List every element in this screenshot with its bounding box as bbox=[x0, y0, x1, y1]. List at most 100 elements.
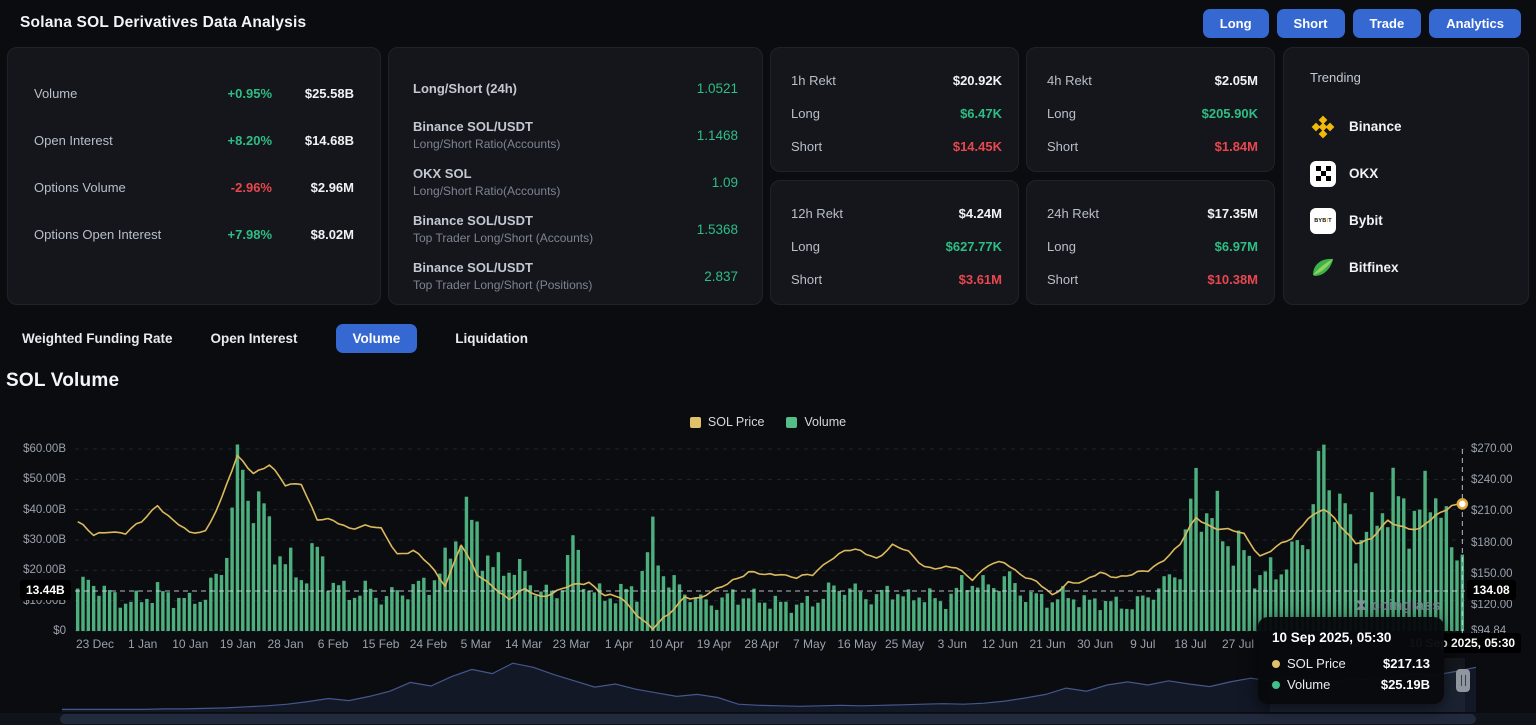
volume-bar bbox=[672, 575, 675, 631]
volume-bar bbox=[859, 592, 862, 631]
volume-bar bbox=[1109, 601, 1112, 631]
volume-bar bbox=[1312, 504, 1315, 631]
volume-bar bbox=[1120, 609, 1123, 631]
volume-bar bbox=[555, 598, 558, 631]
volume-bar bbox=[1040, 594, 1043, 631]
volume-bar bbox=[875, 594, 878, 631]
volume-bar bbox=[880, 590, 883, 631]
volume-bar bbox=[720, 597, 723, 631]
volume-bar bbox=[342, 581, 345, 631]
volume-bar bbox=[1232, 566, 1235, 631]
volume-bar bbox=[955, 588, 958, 631]
volume-bar bbox=[800, 603, 803, 631]
chart-scrollbar[interactable] bbox=[0, 713, 1536, 725]
volume-bar bbox=[156, 582, 159, 631]
watermark-text: coinglass bbox=[1372, 597, 1441, 614]
scrollbar-thumb[interactable] bbox=[60, 714, 1476, 724]
volume-bar bbox=[284, 564, 287, 631]
volume-bar bbox=[731, 589, 734, 631]
volume-bar bbox=[151, 603, 154, 631]
volume-bar bbox=[742, 598, 745, 631]
volume-bar bbox=[145, 599, 148, 631]
tooltip-series-value: $217.13 bbox=[1383, 656, 1430, 671]
volume-bar bbox=[1152, 600, 1155, 631]
volume-bar bbox=[715, 610, 718, 631]
volume-bar bbox=[795, 605, 798, 631]
volume-bar bbox=[806, 596, 809, 631]
volume-bar bbox=[1200, 532, 1203, 631]
volume-bar bbox=[262, 503, 265, 631]
volume-bar bbox=[603, 601, 606, 631]
volume-bar bbox=[390, 587, 393, 631]
volume-bar bbox=[1098, 610, 1101, 631]
volume-bar bbox=[332, 583, 335, 631]
volume-bar bbox=[891, 599, 894, 631]
volume-bar bbox=[1178, 579, 1181, 631]
volume-bar bbox=[704, 599, 707, 631]
volume-bar bbox=[928, 588, 931, 631]
volume-bar bbox=[188, 593, 191, 631]
volume-bar bbox=[459, 546, 462, 631]
volume-bar bbox=[337, 585, 340, 631]
volume-bar bbox=[502, 576, 505, 631]
volume-bar bbox=[380, 605, 383, 631]
navigator-right-handle[interactable] bbox=[1456, 669, 1470, 692]
volume-bar bbox=[816, 603, 819, 631]
volume-bar bbox=[214, 574, 217, 631]
volume-bar bbox=[1072, 599, 1075, 631]
volume-bar bbox=[92, 586, 95, 631]
volume-bar bbox=[1226, 546, 1229, 631]
volume-bar bbox=[694, 598, 697, 631]
volume-bar bbox=[832, 586, 835, 631]
volume-bar bbox=[688, 602, 691, 631]
volume-bar bbox=[140, 602, 143, 631]
volume-bar bbox=[763, 603, 766, 631]
volume-bar bbox=[577, 550, 580, 631]
volume-bar bbox=[268, 516, 271, 631]
volume-bar bbox=[790, 613, 793, 631]
volume-bar bbox=[230, 508, 233, 631]
volume-bar bbox=[1216, 491, 1219, 631]
volume-bar bbox=[321, 556, 324, 631]
volume-bar bbox=[1439, 518, 1442, 631]
volume-bar bbox=[1114, 597, 1117, 631]
volume-bar bbox=[246, 501, 249, 631]
volume-bar bbox=[869, 604, 872, 631]
volume-bar bbox=[1210, 518, 1213, 631]
volume-bar bbox=[1194, 468, 1197, 631]
volume-bar bbox=[960, 575, 963, 631]
volume-bar bbox=[971, 586, 974, 631]
volume-bar bbox=[774, 596, 777, 631]
volume-bar bbox=[1173, 577, 1176, 631]
volume-bar bbox=[1445, 506, 1448, 631]
volume-bar bbox=[358, 596, 361, 631]
volume-bar bbox=[736, 605, 739, 631]
volume-bar bbox=[172, 608, 175, 631]
volume-bar bbox=[1024, 602, 1027, 631]
volume-bar bbox=[747, 598, 750, 631]
volume-bar bbox=[1141, 596, 1144, 631]
volume-bar bbox=[225, 558, 228, 631]
volume-bar bbox=[571, 535, 574, 631]
volume-bar bbox=[1077, 607, 1080, 631]
volume-bar bbox=[1253, 588, 1256, 631]
volume-bar bbox=[1386, 527, 1389, 631]
volume-bar bbox=[896, 594, 899, 631]
volume-bar bbox=[433, 580, 436, 631]
volume-bar bbox=[241, 470, 244, 631]
volume-bar bbox=[518, 559, 521, 631]
volume-bar bbox=[119, 608, 122, 631]
volume-bar bbox=[1104, 601, 1107, 631]
volume-bar bbox=[470, 520, 473, 631]
volume-bar bbox=[465, 497, 468, 631]
volume-bar bbox=[923, 602, 926, 631]
volume-bar bbox=[395, 590, 398, 631]
volume-bar bbox=[933, 598, 936, 631]
volume-bar bbox=[1029, 592, 1032, 631]
crosshair-volume-chip: 13.44B bbox=[20, 580, 71, 600]
volume-bar bbox=[582, 589, 585, 631]
volume-bar bbox=[1136, 596, 1139, 631]
volume-bar bbox=[252, 523, 255, 631]
hourglass-icon: ⧗ bbox=[1356, 597, 1367, 614]
volume-bar bbox=[1375, 526, 1378, 631]
